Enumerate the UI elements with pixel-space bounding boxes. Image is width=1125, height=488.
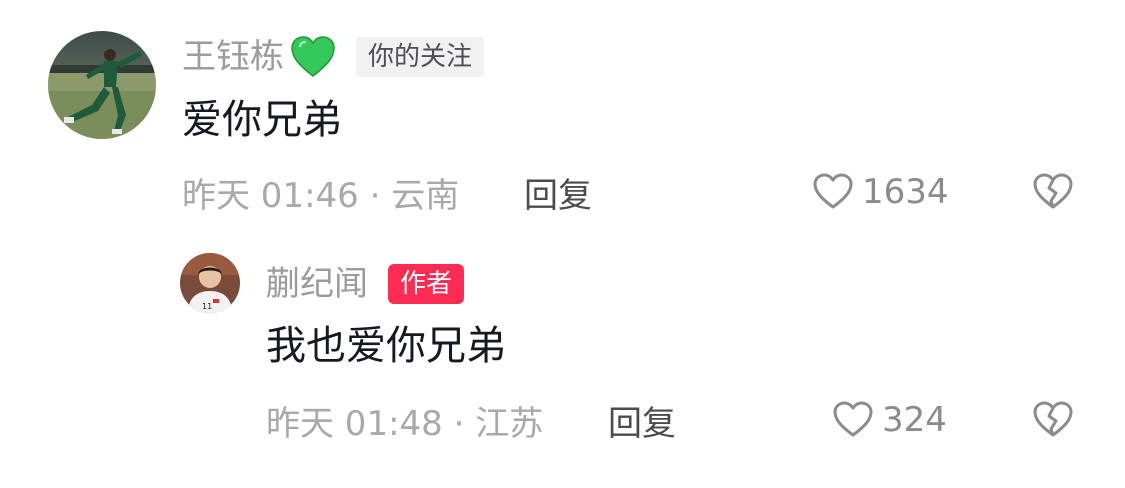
heart-outline-icon [833,401,873,437]
comment-meta: 昨天 01:46 · 云南 回复 1634 [182,168,1082,216]
green-heart-icon [290,36,336,78]
comment-header: 蒯纪闻 作者 [266,264,465,304]
like-button[interactable]: 324 [832,399,947,441]
svg-text:11: 11 [202,302,212,311]
like-count: 324 [882,400,947,440]
reply-button[interactable]: 回复 [524,168,592,217]
comment-item: 王钰栋 你的关注 爱你兄弟 昨天 01:46 · 云南 回复 1634 [0,0,1125,240]
author-tag: 作者 [388,264,465,304]
comment-text[interactable]: 我也爱你兄弟 [266,322,506,370]
reply-button[interactable]: 回复 [608,396,676,445]
like-button[interactable]: 1634 [812,171,949,213]
comment-header: 王钰栋 你的关注 [182,36,485,78]
timestamp-location: 昨天 01:48 · 江苏 [266,403,544,444]
avatar-image [48,31,156,139]
following-tag: 你的关注 [356,37,485,77]
avatar[interactable] [48,31,156,139]
avatar-image: 11 [180,253,240,313]
avatar[interactable]: 11 [180,253,240,313]
broken-heart-icon[interactable] [1032,171,1074,213]
timestamp-location: 昨天 01:46 · 云南 [182,175,460,216]
like-count: 1634 [862,172,949,212]
reply-comment-item: 11 蒯纪闻 作者 我也爱你兄弟 昨天 01:48 · 江苏 回复 324 [0,240,1125,488]
comment-meta: 昨天 01:48 · 江苏 回复 324 [266,396,1086,444]
broken-heart-icon[interactable] [1032,399,1074,441]
username[interactable]: 王钰栋 [182,37,284,77]
username[interactable]: 蒯纪闻 [266,264,368,304]
heart-outline-icon [813,173,853,209]
comment-text[interactable]: 爱你兄弟 [182,96,342,144]
